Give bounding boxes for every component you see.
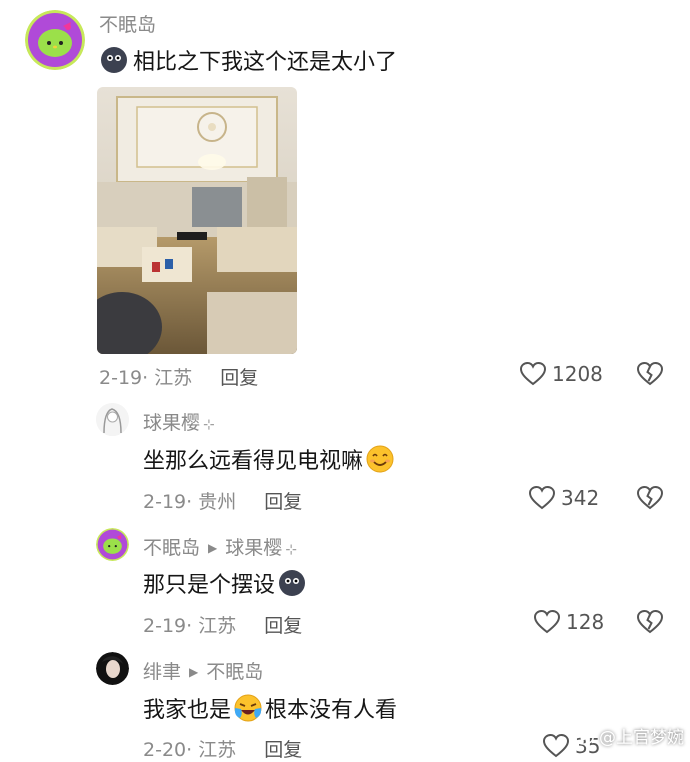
- dark-round-face-emoji-icon: [99, 45, 129, 75]
- comment-date: 2-19: [143, 615, 187, 637]
- heart-outline-icon: [529, 486, 555, 510]
- reply-to-username[interactable]: 球果樱: [225, 537, 282, 559]
- reply-arrow-icon: ▶: [189, 665, 199, 679]
- comment-location: 江苏: [198, 615, 237, 637]
- heart-outline-icon: [520, 362, 546, 386]
- heart-outline-icon: [543, 734, 569, 758]
- comment-meta: 2-19· 贵州 回复: [143, 491, 303, 513]
- broken-heart-icon: [636, 361, 664, 386]
- broken-heart-icon: [636, 609, 664, 634]
- comment-date: 2-19: [99, 367, 143, 389]
- reply-to-username[interactable]: 不眠岛: [206, 661, 263, 683]
- comment-text: 相比之下我这个还是太小了: [99, 44, 397, 76]
- like-count: 342: [561, 486, 600, 510]
- like-count: 128: [566, 610, 605, 634]
- like-button[interactable]: 1208: [520, 362, 603, 386]
- comment-meta: 2-19· 江苏 回复: [99, 367, 259, 389]
- comment-username[interactable]: 不眠岛 ▶ 球果樱 ⊹: [143, 533, 297, 560]
- sparkle-icon: ⊹: [203, 417, 215, 433]
- comment-location: 贵州: [198, 491, 237, 513]
- comment-username[interactable]: 不眠岛: [99, 10, 156, 37]
- avatar[interactable]: [96, 652, 129, 685]
- weibo-logo-icon: [574, 727, 595, 745]
- dislike-button[interactable]: [636, 485, 664, 514]
- sparkle-icon: ⊹: [285, 542, 297, 558]
- dislike-button[interactable]: [636, 361, 664, 390]
- comment-location: 江苏: [154, 367, 193, 389]
- watermark: @上官梦婉: [574, 723, 684, 748]
- crying-laughing-emoji-icon: [233, 693, 263, 723]
- like-button[interactable]: 342: [529, 486, 599, 510]
- reply-button[interactable]: 回复: [220, 367, 258, 389]
- avatar[interactable]: [25, 10, 85, 70]
- like-count: 1208: [552, 362, 603, 386]
- comment-username[interactable]: 绯聿 ▶ 不眠岛: [143, 657, 263, 684]
- comment-photo[interactable]: [97, 87, 297, 354]
- comment-text: 坐那么远看得见电视嘛: [143, 443, 395, 475]
- comment-text: 我家也是 根本没有人看: [143, 692, 397, 724]
- like-button[interactable]: 128: [534, 610, 604, 634]
- avatar[interactable]: [96, 403, 129, 436]
- comment-text: 那只是个摆设: [143, 567, 307, 599]
- comment-username[interactable]: 球果樱 ⊹: [143, 408, 215, 435]
- comment-date: 2-19: [143, 491, 187, 513]
- dislike-button[interactable]: [636, 609, 664, 638]
- reply-button[interactable]: 回复: [264, 615, 302, 637]
- heart-outline-icon: [534, 610, 560, 634]
- dark-round-face-emoji-icon: [277, 568, 307, 598]
- reply-button[interactable]: 回复: [264, 491, 302, 513]
- comment-meta: 2-19· 江苏 回复: [143, 615, 303, 637]
- broken-heart-icon: [636, 485, 664, 510]
- avatar[interactable]: [96, 528, 129, 561]
- reply-arrow-icon: ▶: [208, 541, 218, 555]
- smiling-face-emoji-icon: [365, 444, 395, 474]
